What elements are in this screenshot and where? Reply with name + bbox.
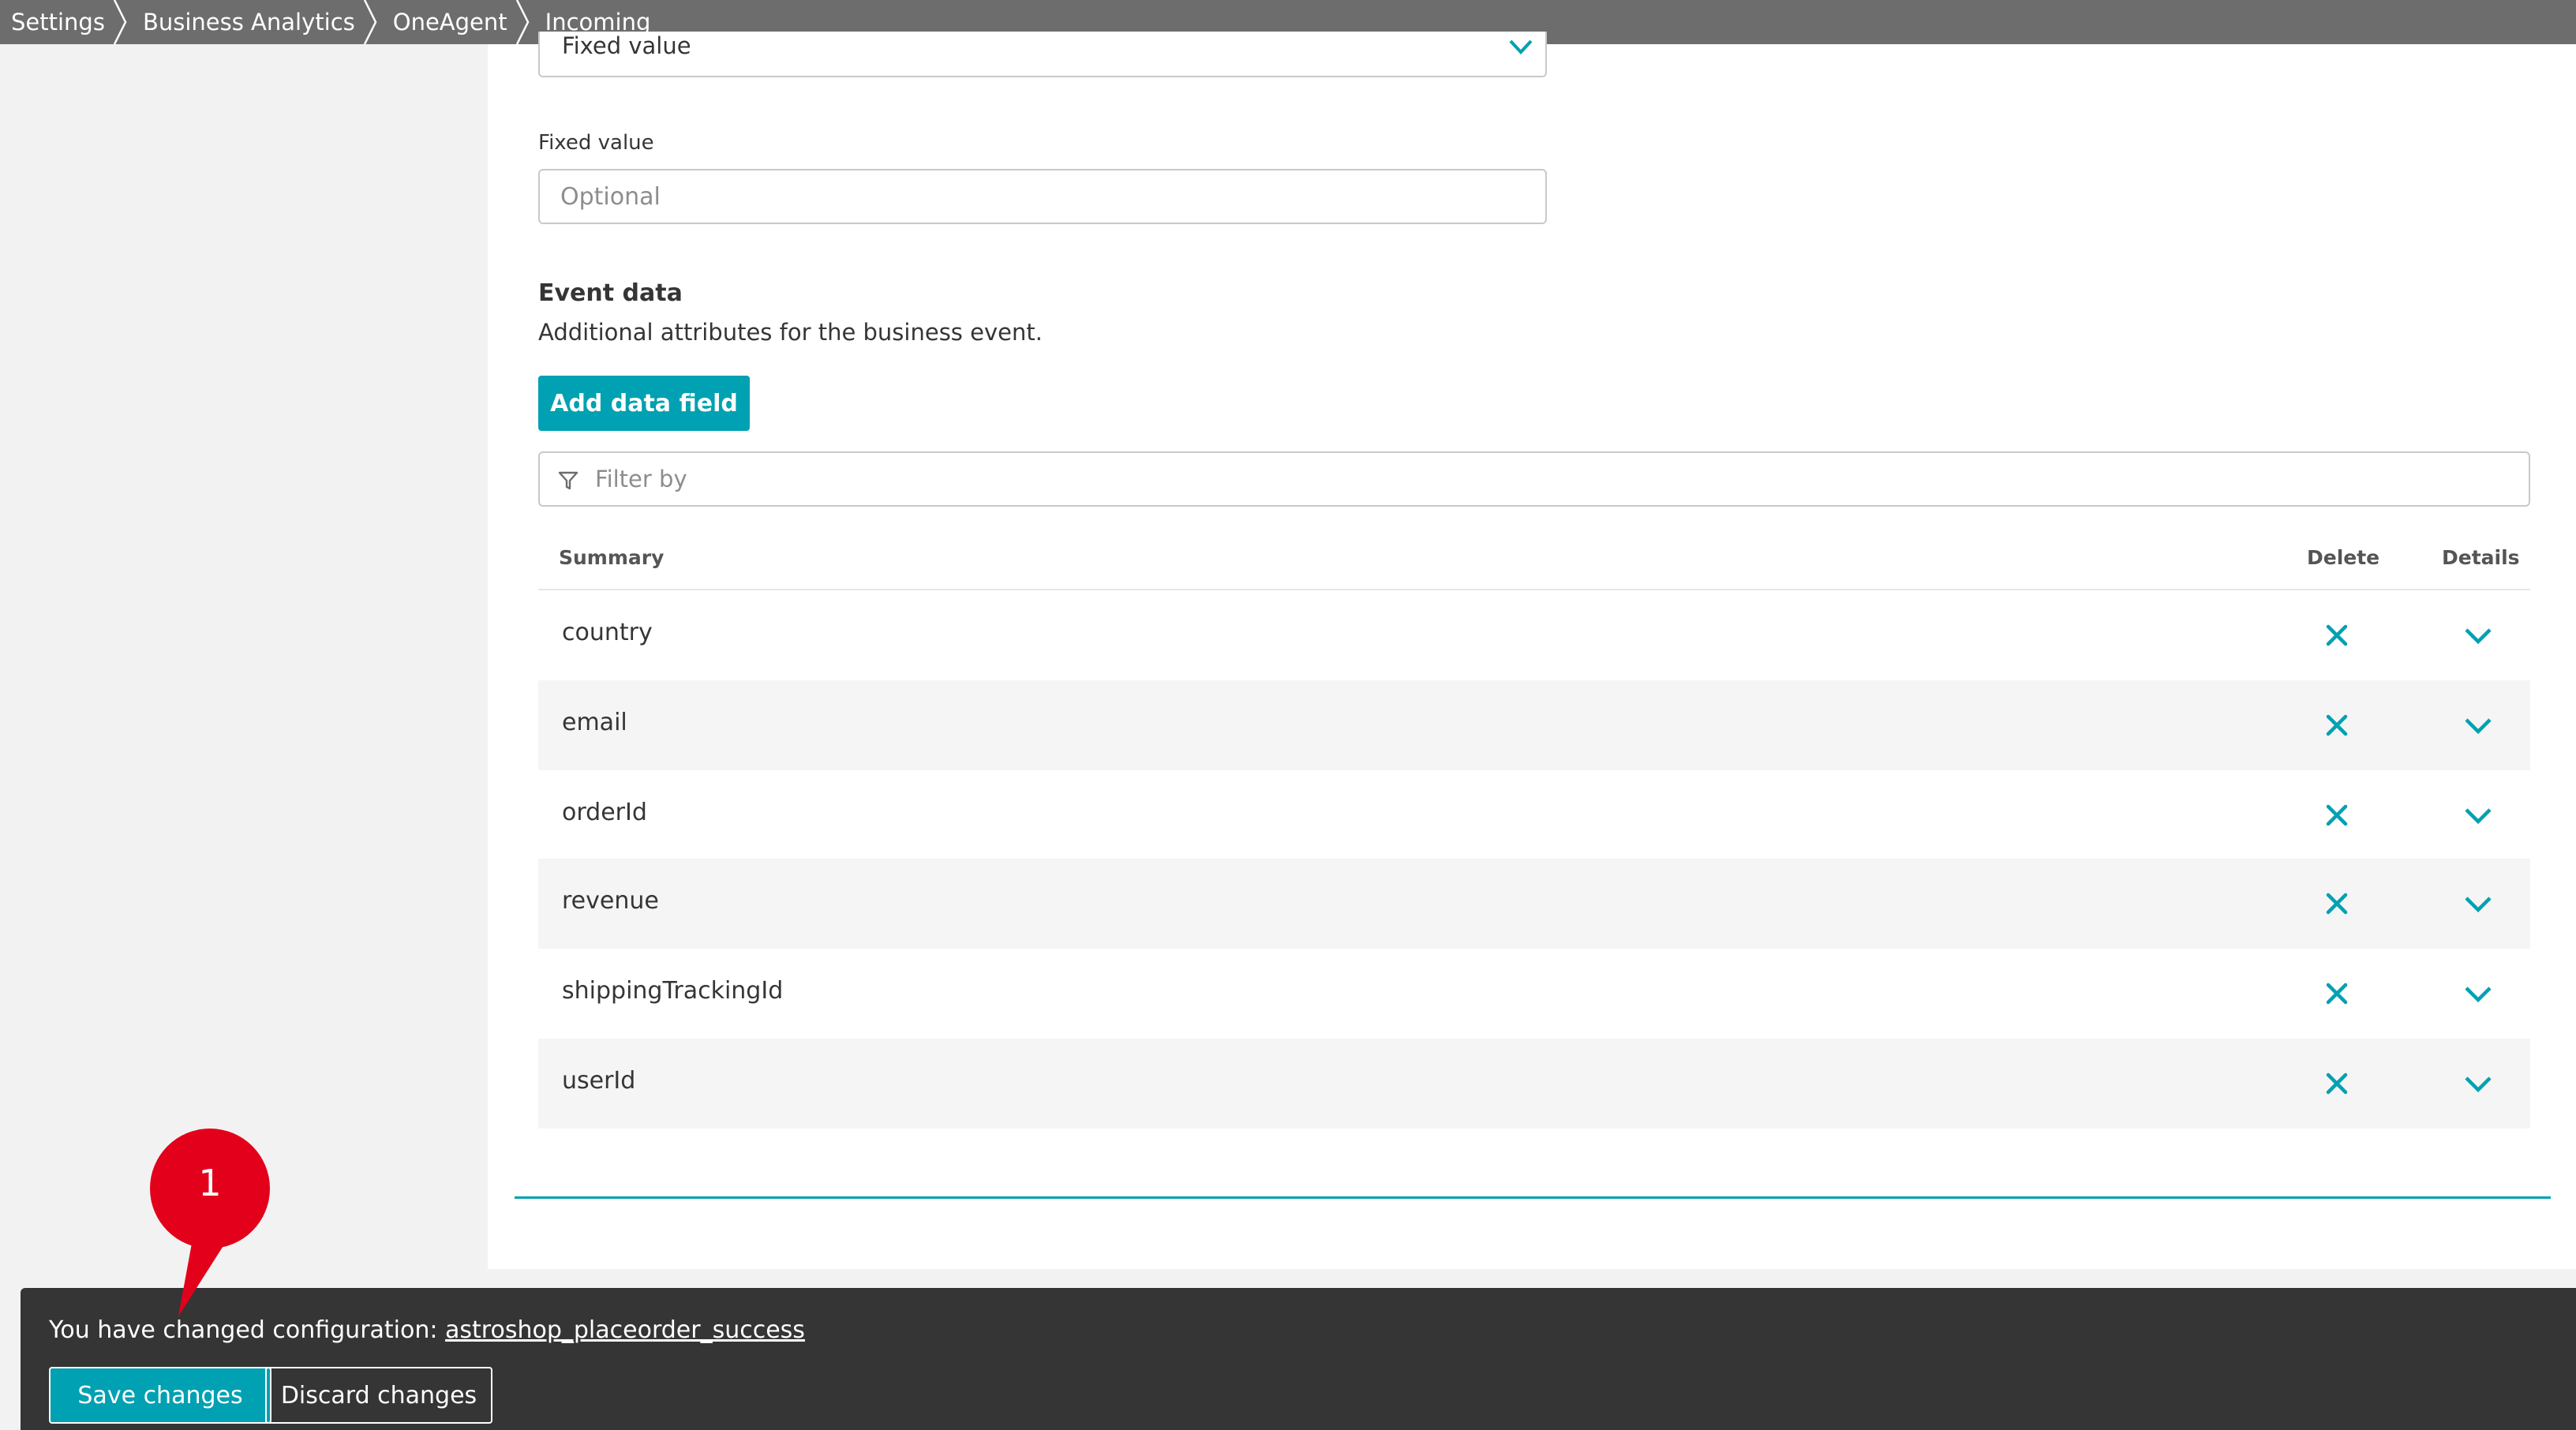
add-data-field-button[interactable]: Add data field bbox=[538, 376, 750, 431]
chevron-down-icon[interactable] bbox=[2462, 892, 2494, 917]
table-row: email bbox=[538, 680, 2530, 770]
column-header-summary[interactable]: Summary bbox=[559, 546, 664, 569]
unsaved-changes-bar: You have changed configuration: astrosho… bbox=[21, 1288, 2576, 1430]
save-changes-button[interactable]: Save changes bbox=[49, 1367, 271, 1424]
table-row: shippingTrackingId bbox=[538, 949, 2530, 1039]
table-row: orderId bbox=[538, 770, 2530, 860]
row-summary: userId bbox=[562, 1067, 636, 1095]
breadcrumb-label: Settings bbox=[11, 9, 105, 36]
table-row: revenue bbox=[538, 859, 2530, 949]
row-summary: orderId bbox=[562, 799, 647, 826]
table-row: userId bbox=[538, 1039, 2530, 1129]
delete-icon[interactable] bbox=[2322, 979, 2352, 1009]
section-divider bbox=[515, 1196, 2551, 1199]
delete-icon[interactable] bbox=[2322, 620, 2352, 650]
row-summary: revenue bbox=[562, 887, 659, 915]
chevron-down-icon[interactable] bbox=[2462, 713, 2494, 739]
source-type-value: Fixed value bbox=[562, 32, 691, 59]
row-summary: email bbox=[562, 709, 627, 736]
event-data-title: Event data bbox=[538, 279, 683, 307]
breadcrumb-separator-icon bbox=[111, 0, 129, 44]
chevron-down-icon bbox=[1509, 39, 1533, 54]
row-summary: country bbox=[562, 619, 653, 646]
configuration-link[interactable]: astroshop_placeorder_success bbox=[445, 1316, 805, 1344]
delete-icon[interactable] bbox=[2322, 889, 2352, 919]
delete-icon[interactable] bbox=[2322, 1069, 2352, 1099]
chevron-down-icon[interactable] bbox=[2462, 1072, 2494, 1097]
chevron-down-icon[interactable] bbox=[2462, 803, 2494, 829]
filter-icon bbox=[558, 471, 578, 490]
source-type-select[interactable]: Fixed value bbox=[538, 32, 1547, 77]
breadcrumb-item-oneagent[interactable]: OneAgent bbox=[382, 0, 534, 44]
annotation-marker: 1 bbox=[147, 1127, 273, 1324]
delete-icon[interactable] bbox=[2322, 710, 2352, 740]
filter-bar[interactable] bbox=[538, 451, 2530, 507]
event-data-description: Additional attributes for the business e… bbox=[538, 319, 1043, 346]
filter-input[interactable] bbox=[595, 453, 2505, 505]
fixed-value-label: Fixed value bbox=[538, 131, 654, 155]
table-row: country bbox=[538, 590, 2530, 680]
annotation-pin-icon bbox=[150, 1129, 270, 1316]
breadcrumb-item-settings[interactable]: Settings bbox=[0, 0, 132, 44]
chevron-down-icon[interactable] bbox=[2462, 982, 2494, 1007]
annotation-number: 1 bbox=[198, 1162, 222, 1204]
column-header-details: Details bbox=[2442, 546, 2520, 569]
discard-changes-button[interactable]: Discard changes bbox=[265, 1367, 492, 1424]
breadcrumb-label: OneAgent bbox=[392, 9, 507, 36]
breadcrumb-separator-icon bbox=[361, 0, 379, 44]
table-header: Summary Delete Details bbox=[538, 537, 2530, 590]
fixed-value-input[interactable] bbox=[538, 169, 1547, 224]
breadcrumb-item-business-analytics[interactable]: Business Analytics bbox=[132, 0, 382, 44]
breadcrumb-label: Business Analytics bbox=[142, 9, 355, 36]
row-summary: shippingTrackingId bbox=[562, 977, 784, 1005]
column-header-delete: Delete bbox=[2307, 546, 2380, 569]
breadcrumb-separator-icon bbox=[514, 0, 531, 44]
chevron-down-icon[interactable] bbox=[2462, 623, 2494, 649]
delete-icon[interactable] bbox=[2322, 800, 2352, 830]
